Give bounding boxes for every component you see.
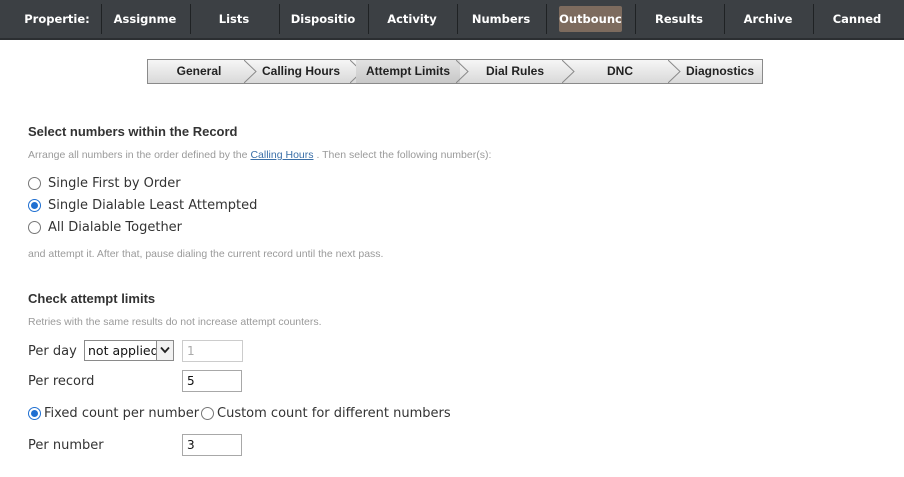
option-label: Custom count for different numbers	[217, 405, 451, 421]
tab-separator	[190, 4, 191, 34]
top-tab-bar: Propertie: Assignme Lists Dispositio Act…	[0, 0, 904, 40]
option-single-dialable-least-attempted[interactable]: Single Dialable Least Attempted	[28, 196, 257, 214]
option-fixed-count[interactable]: Fixed count per number	[28, 404, 199, 422]
tab-canned[interactable]: Canned	[822, 0, 892, 38]
sub-tab-bar: General Calling Hours Attempt Limits Dia…	[147, 59, 763, 84]
hint-text: Arrange all numbers in the order defined…	[28, 149, 248, 161]
tab-separator	[279, 4, 280, 34]
option-label: Single Dialable Least Attempted	[48, 197, 258, 213]
attempt-limits-title: Check attempt limits	[28, 291, 156, 306]
hint-text: . Then select the following number(s):	[316, 149, 492, 161]
select-numbers-footer: and attempt it. After that, pause dialin…	[28, 248, 384, 260]
subtab-diagnostics[interactable]: Diagnostics	[678, 60, 762, 83]
tab-lists[interactable]: Lists	[199, 0, 269, 38]
calling-hours-link[interactable]: Calling Hours	[250, 149, 313, 161]
option-custom-count[interactable]: Custom count for different numbers	[201, 404, 451, 422]
tab-dispositions[interactable]: Dispositio	[288, 0, 358, 38]
option-label: Fixed count per number	[44, 405, 200, 421]
tab-separator	[101, 4, 102, 34]
subtab-general[interactable]: General	[148, 60, 250, 83]
radio-button[interactable]	[28, 220, 41, 234]
per-day-label: Per day	[28, 344, 77, 359]
tab-separator	[457, 4, 458, 34]
subtab-dnc[interactable]: DNC	[572, 60, 668, 83]
per-number-label: Per number	[28, 438, 104, 453]
option-label: Single First by Order	[48, 175, 181, 191]
chevron-down-icon[interactable]	[156, 341, 173, 360]
radio-button[interactable]	[28, 176, 41, 190]
tab-separator	[724, 4, 725, 34]
tab-results[interactable]: Results	[644, 0, 714, 38]
option-label: All Dialable Together	[48, 219, 183, 235]
subtab-calling-hours[interactable]: Calling Hours	[250, 60, 352, 83]
select-numbers-title: Select numbers within the Record	[28, 124, 238, 139]
radio-button[interactable]	[201, 406, 214, 420]
tab-activity[interactable]: Activity	[377, 0, 447, 38]
tab-separator	[635, 4, 636, 34]
subtab-dial-rules[interactable]: Dial Rules	[466, 60, 564, 83]
tab-numbers[interactable]: Numbers	[466, 0, 536, 38]
option-single-first-by-order[interactable]: Single First by Order	[28, 174, 181, 192]
per-day-select-value: not applied	[88, 343, 159, 358]
tab-archive[interactable]: Archive	[733, 0, 803, 38]
subtab-attempt-limits[interactable]: Attempt Limits	[356, 60, 460, 83]
tab-outbound[interactable]: Outbounc	[559, 6, 622, 32]
per-day-input: 1	[182, 340, 243, 362]
tab-separator	[546, 4, 547, 34]
per-record-label: Per record	[28, 374, 95, 389]
tab-separator	[368, 4, 369, 34]
tab-assignments[interactable]: Assignme	[110, 0, 180, 38]
select-numbers-hint: Arrange all numbers in the order defined…	[28, 149, 491, 161]
per-number-input[interactable]: 3	[182, 434, 242, 456]
per-day-select[interactable]: not applied	[84, 340, 174, 361]
option-all-dialable-together[interactable]: All Dialable Together	[28, 218, 182, 236]
attempt-limits-hint: Retries with the same results do not inc…	[28, 316, 322, 328]
tab-separator	[813, 4, 814, 34]
radio-button[interactable]	[28, 406, 41, 420]
tab-properties[interactable]: Propertie:	[22, 0, 92, 38]
radio-button[interactable]	[28, 198, 41, 212]
per-record-input[interactable]: 5	[182, 370, 242, 392]
